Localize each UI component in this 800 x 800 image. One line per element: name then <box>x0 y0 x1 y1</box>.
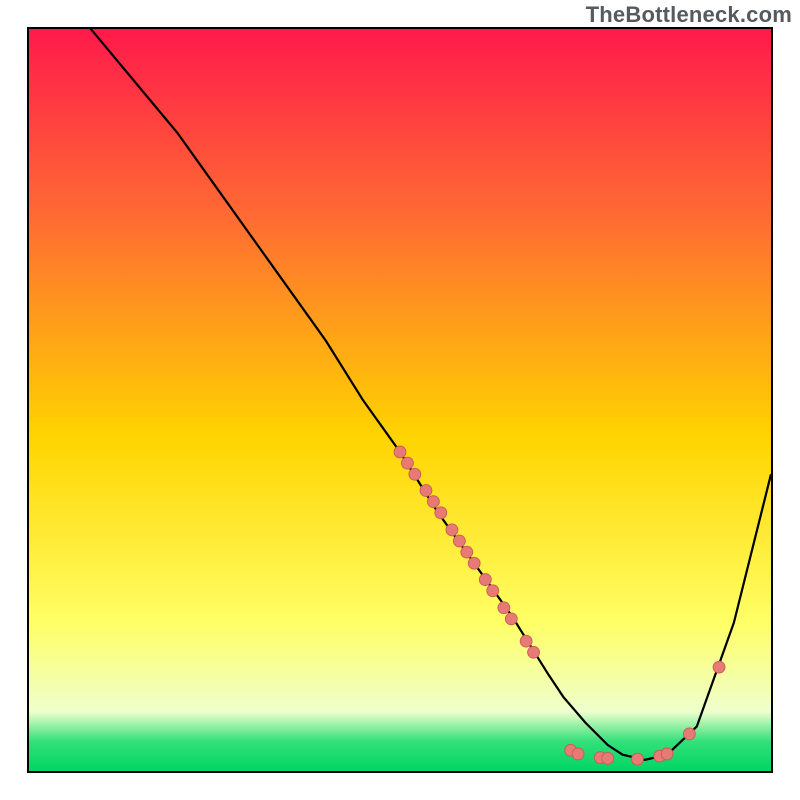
data-marker <box>446 524 458 536</box>
data-marker <box>498 602 510 614</box>
data-marker <box>468 557 480 569</box>
watermark-text: TheBottleneck.com <box>586 2 792 28</box>
data-marker <box>602 752 614 764</box>
data-marker <box>661 748 673 760</box>
data-marker <box>632 753 644 765</box>
data-marker <box>505 613 517 625</box>
data-marker <box>394 446 406 458</box>
data-marker <box>435 507 447 519</box>
data-marker <box>572 748 584 760</box>
data-marker <box>461 546 473 558</box>
chart-foreground <box>29 29 771 771</box>
data-marker <box>453 535 465 547</box>
data-marker <box>420 485 432 497</box>
data-marker <box>520 635 532 647</box>
plot-area <box>27 27 773 773</box>
data-marker <box>713 661 725 673</box>
data-marker <box>409 468 421 480</box>
bottleneck-curve <box>29 29 771 760</box>
data-marker <box>487 585 499 597</box>
data-markers <box>394 446 725 765</box>
data-marker <box>479 574 491 586</box>
data-marker <box>401 457 413 469</box>
data-marker <box>427 496 439 508</box>
chart-stage: TheBottleneck.com <box>0 0 800 800</box>
data-marker <box>683 728 695 740</box>
data-marker <box>528 646 540 658</box>
